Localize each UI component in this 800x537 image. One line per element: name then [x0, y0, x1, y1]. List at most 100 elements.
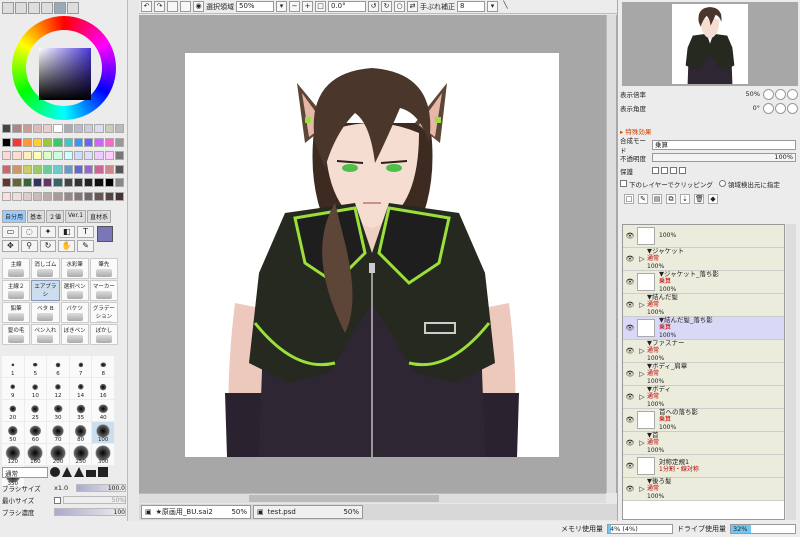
detect-source-radio[interactable]: [718, 180, 726, 187]
layer-row[interactable]: 👁 ▷ ▼ファスナー 通常 100%: [623, 339, 784, 363]
blend-mode-select[interactable]: 乗算: [652, 139, 796, 150]
hand-icon[interactable]: ✋: [58, 240, 76, 252]
new-folder-icon[interactable]: ▤: [652, 194, 662, 204]
scratch-tab[interactable]: [67, 2, 79, 14]
brush-size-option[interactable]: 20: [2, 400, 24, 421]
layer-row[interactable]: 👁 対称定規1 1分割・線対称: [623, 455, 784, 478]
brush-size-option[interactable]: 200: [47, 444, 69, 465]
color-swatch[interactable]: [63, 164, 73, 174]
color-swatch[interactable]: [53, 124, 63, 133]
deselect-icon[interactable]: [167, 1, 178, 12]
brush-tool[interactable]: 消しゴム: [31, 258, 60, 279]
canvas[interactable]: [185, 53, 559, 457]
brush-tool[interactable]: 選択ペン: [60, 280, 89, 301]
layer-visibility-eye-icon[interactable]: 👁: [623, 317, 637, 339]
color-swatch[interactable]: [63, 178, 73, 187]
rotate-icon[interactable]: ↻: [39, 240, 57, 252]
brush-size-option[interactable]: 40: [92, 400, 114, 421]
color-swatch[interactable]: [53, 137, 63, 147]
color-swatch[interactable]: [114, 151, 124, 160]
brush-tool[interactable]: 主線: [2, 258, 31, 279]
brush-size-option[interactable]: 35: [69, 400, 92, 421]
color-swatch[interactable]: [114, 164, 124, 174]
brush-shape-round[interactable]: [50, 467, 60, 477]
layer-visibility-eye-icon[interactable]: 👁: [623, 248, 637, 270]
zoom-icon[interactable]: ⚲: [20, 240, 38, 252]
color-swatch[interactable]: [12, 164, 22, 174]
layer-row[interactable]: 👁 ▷ ▼ジャケット 通常 100%: [623, 247, 784, 271]
color-wheel[interactable]: [12, 16, 116, 120]
tool-tab[interactable]: Ver.1: [65, 210, 87, 223]
brush-size-option[interactable]: 30: [47, 400, 69, 421]
stabilizer-field[interactable]: 8: [457, 1, 485, 12]
color-swatch[interactable]: [32, 191, 42, 201]
brush-size-option[interactable]: 250: [69, 444, 92, 465]
color-swatch[interactable]: [32, 137, 42, 147]
color-swatch[interactable]: [84, 164, 94, 174]
navigator[interactable]: [622, 2, 798, 86]
brush-tool[interactable]: エアブラシ: [31, 280, 60, 301]
brush-tool[interactable]: 筆先: [89, 258, 118, 279]
folder-expand-icon[interactable]: ▷: [637, 255, 647, 263]
layer-row[interactable]: 👁 ▼ジャケット_落ち影 乗算 100%: [623, 270, 784, 294]
color-swatch[interactable]: [12, 124, 22, 133]
layer-select-icon[interactable]: ◧: [58, 226, 76, 238]
nav-zoom-fit-icon[interactable]: [787, 89, 798, 100]
color-swatch[interactable]: [94, 137, 104, 147]
merge-layer-icon[interactable]: ⇣: [680, 194, 690, 204]
color-swatch[interactable]: [2, 151, 12, 160]
color-swatch[interactable]: [32, 124, 42, 133]
brush-mode-select[interactable]: 通常: [2, 467, 48, 478]
color-swatch[interactable]: [12, 178, 22, 187]
layer-row[interactable]: 👁 100%: [623, 225, 784, 248]
brush-size-option[interactable]: 5: [24, 356, 47, 377]
layer-scrollbar[interactable]: [786, 224, 796, 520]
layer-visibility-eye-icon[interactable]: 👁: [623, 294, 637, 316]
layer-row[interactable]: 👁 首への落ち影 乗算 100%: [623, 408, 784, 432]
color-swatch[interactable]: [22, 178, 32, 187]
mixer-tab[interactable]: [41, 2, 53, 14]
color-swatch[interactable]: [104, 191, 114, 201]
color-swatch[interactable]: [94, 151, 104, 160]
color-swatch[interactable]: [73, 151, 83, 160]
brush-tool[interactable]: マーカー: [89, 280, 118, 301]
color-swatch[interactable]: [94, 124, 104, 133]
nav-zoom-in-icon[interactable]: [775, 89, 786, 100]
brush-size-option[interactable]: 1: [2, 356, 24, 377]
color-swatch[interactable]: [114, 124, 124, 133]
rotate-reset-icon[interactable]: ○: [394, 1, 405, 12]
brush-size-mult[interactable]: x1.0: [54, 484, 76, 492]
layer-visibility-eye-icon[interactable]: 👁: [623, 271, 637, 293]
rect-select-icon[interactable]: ▭: [2, 226, 19, 238]
redo-icon[interactable]: ↷: [154, 1, 165, 12]
canvas-horizontal-scrollbar[interactable]: [139, 493, 606, 503]
color-swatch[interactable]: [43, 151, 53, 160]
brush-shape-square[interactable]: [98, 467, 108, 477]
brush-size-option[interactable]: 80: [69, 422, 92, 443]
rotate-cw-icon[interactable]: ↻: [381, 1, 392, 12]
tool-tab[interactable]: 自分用: [2, 210, 27, 223]
color-swatch[interactable]: [63, 151, 73, 160]
brush-size-option[interactable]: 100: [92, 422, 114, 443]
layer-visibility-eye-icon[interactable]: 👁: [623, 432, 637, 454]
layer-row[interactable]: 👁 ▷ ▼結んだ髪 通常 100%: [623, 293, 784, 317]
file-tab[interactable]: ▣ ★原画用_BU.sai2 50%: [141, 505, 251, 519]
zoom-field[interactable]: 50%: [236, 1, 274, 12]
color-swatch[interactable]: [73, 191, 83, 201]
zoom-fit-icon[interactable]: □: [315, 1, 326, 12]
color-swatch[interactable]: [12, 137, 22, 147]
color-swatch[interactable]: [22, 191, 32, 201]
brush-size-option[interactable]: 10: [24, 378, 47, 399]
brush-size-slider[interactable]: 100.0: [76, 484, 126, 492]
folder-expand-icon[interactable]: ▷: [637, 439, 647, 447]
undo-icon[interactable]: ↶: [141, 1, 152, 12]
color-swatch[interactable]: [32, 178, 42, 187]
color-swatch[interactable]: [43, 178, 53, 187]
color-swatch[interactable]: [114, 191, 124, 201]
protect-move-checkbox[interactable]: [670, 167, 677, 174]
navigator-thumbnail[interactable]: [672, 4, 748, 84]
opacity-slider[interactable]: 100%: [652, 153, 796, 162]
color-swatch[interactable]: [84, 191, 94, 201]
brush-size-option[interactable]: 9: [2, 378, 24, 399]
color-swatch[interactable]: [32, 151, 42, 160]
